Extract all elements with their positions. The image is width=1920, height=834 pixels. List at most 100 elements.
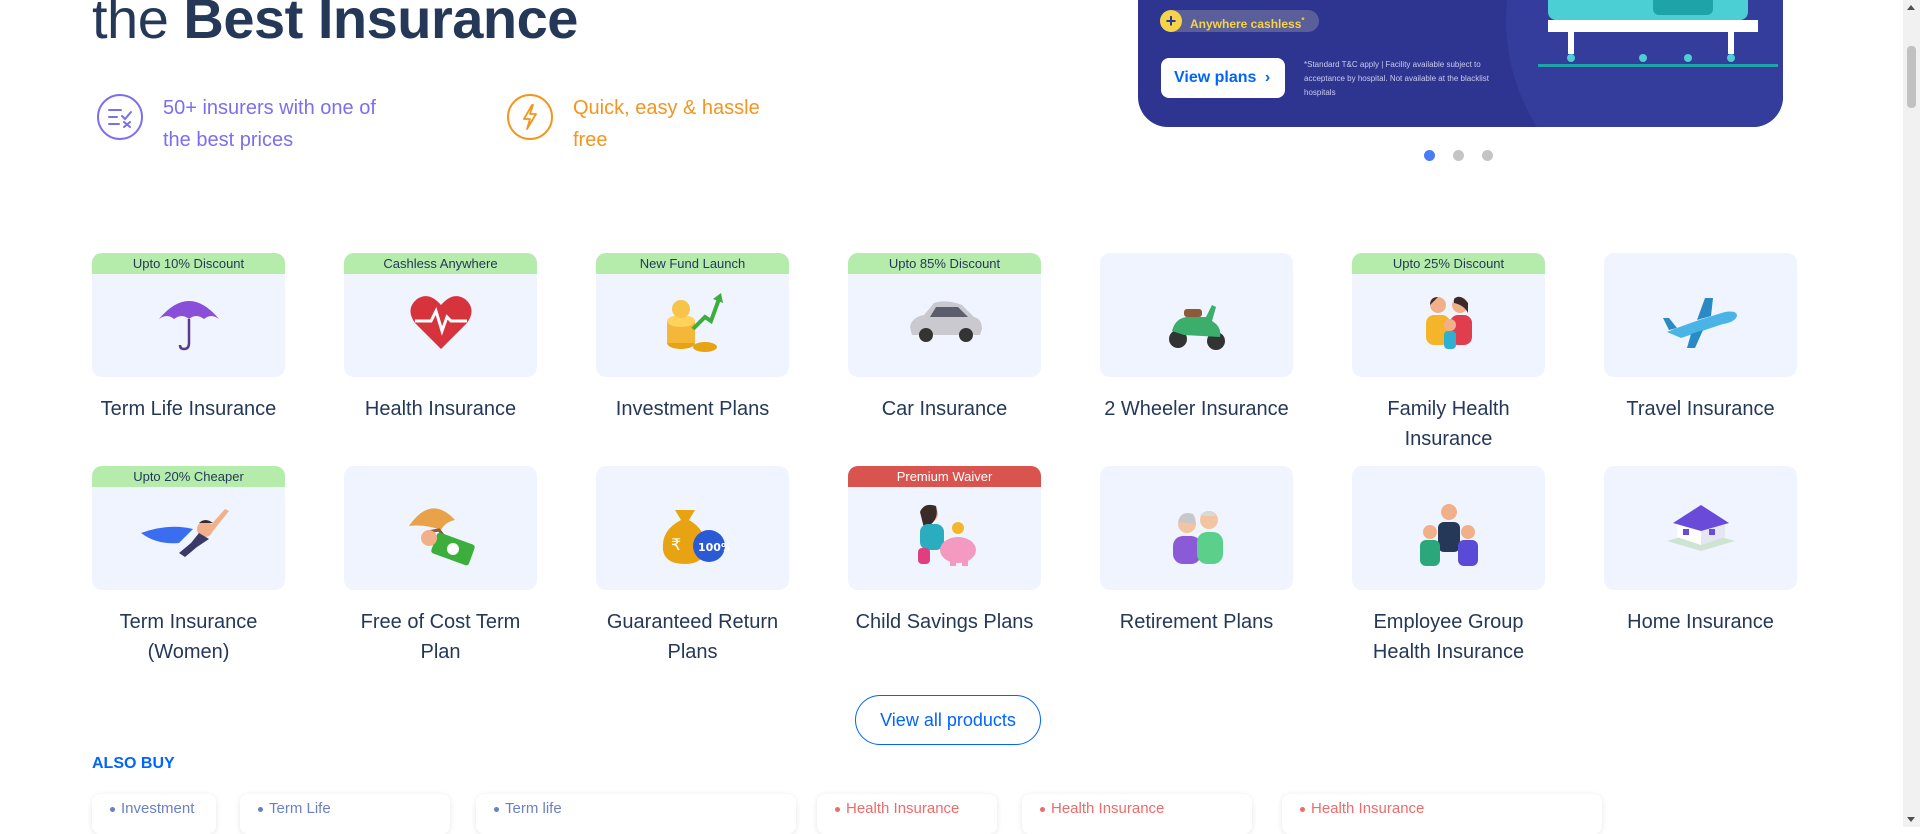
carousel-dots: [1424, 150, 1493, 161]
product-card[interactable]: New Fund Launch Investment Plans: [596, 253, 789, 444]
child-piggy-bank-icon: [910, 488, 980, 568]
carousel-dot-3[interactable]: [1482, 150, 1493, 161]
feature-insurers: 50+ insurers with one of the best prices: [97, 92, 383, 156]
view-plans-button[interactable]: View plans ›: [1161, 58, 1285, 98]
product-badge: Upto 25% Discount: [1352, 253, 1545, 274]
product-name: Guaranteed Return Plans: [606, 611, 779, 663]
hero-title-light: the: [92, 0, 184, 50]
product-card[interactable]: Cashless Anywhere Health Insurance: [344, 253, 537, 444]
svg-text:₹: ₹: [671, 535, 681, 554]
product-card-icon-box: [1100, 466, 1293, 590]
also-buy-heading: ALSO BUY: [92, 755, 175, 772]
bullet-icon: [494, 806, 499, 812]
view-plans-label: View plans: [1174, 69, 1257, 86]
banner-terms: *Standard T&C apply | Facility available…: [1304, 60, 1489, 97]
scroll-up-icon[interactable]: [1907, 5, 1915, 10]
product-card-icon-box: [1352, 466, 1545, 590]
product-card-icon-box: Upto 25% Discount: [1352, 253, 1545, 377]
product-card[interactable]: Upto 20% Cheaper Term Insurance (Women): [92, 466, 285, 663]
product-name: Health Insurance: [364, 398, 517, 420]
promo-banner[interactable]: + Anywhere cashless* View plans › *Stand…: [1138, 0, 1783, 127]
scroll-down-icon[interactable]: [1907, 817, 1915, 822]
plus-icon: +: [1160, 10, 1182, 32]
feature-insurers-text: 50+ insurers with one of the best prices: [163, 97, 376, 151]
bullet-icon: [258, 806, 263, 812]
chevron-right-icon: ›: [1264, 69, 1271, 86]
also-buy-chip-label: Investment: [121, 800, 195, 817]
product-name: Family Health Insurance: [1387, 398, 1510, 450]
product-card[interactable]: Employee Group Health Insurance: [1352, 466, 1545, 663]
family-icon: [1418, 277, 1480, 353]
product-grid: Upto 10% Discount Term Life Insurance Cash…: [92, 253, 1798, 663]
cashless-tag: + Anywhere cashless*: [1160, 10, 1319, 32]
product-card-icon-box: Upto 20% Cheaper: [92, 466, 285, 590]
money-bag-icon: ₹100%: [657, 488, 729, 568]
product-name: Home Insurance: [1627, 611, 1774, 633]
product-card[interactable]: Upto 10% Discount Term Life Insurance: [92, 253, 285, 444]
bullet-icon: [110, 806, 115, 812]
svg-text:100%: 100%: [698, 541, 729, 554]
product-card[interactable]: Upto 25% Discount Family Health Insurance: [1352, 253, 1545, 450]
product-card[interactable]: Retirement Plans: [1100, 466, 1293, 657]
lightning-icon: [507, 94, 553, 140]
coins-growth-icon: [663, 277, 723, 353]
scrollbar[interactable]: [1903, 0, 1920, 827]
car-icon: [906, 283, 984, 347]
product-card-icon-box: Cashless Anywhere: [344, 253, 537, 377]
carousel-dot-1[interactable]: [1424, 150, 1435, 161]
scrollbar-thumb[interactable]: [1907, 46, 1916, 108]
bullet-icon: [835, 806, 840, 812]
superwoman-icon: [139, 489, 239, 567]
product-name: 2 Wheeler Insurance: [1104, 398, 1289, 420]
product-name: Investment Plans: [615, 398, 770, 420]
also-buy-chip[interactable]: Health Insurance: [1282, 794, 1602, 834]
house-icon: [1665, 489, 1737, 567]
also-buy-chip-label: Term life: [505, 800, 562, 817]
umbrella-money-icon: [405, 486, 477, 570]
product-card-icon-box: New Fund Launch: [596, 253, 789, 377]
hero-title-bold: Best Insurance: [183, 0, 578, 50]
product-badge: Upto 85% Discount: [848, 253, 1041, 274]
feature-hassle-free-text: Quick, easy & hassle free: [573, 97, 760, 151]
product-name: Travel Insurance: [1626, 398, 1775, 420]
scooter-icon: [1164, 277, 1230, 353]
product-name: Retirement Plans: [1119, 611, 1274, 633]
product-card[interactable]: Upto 85% Discount Car Insurance: [848, 253, 1041, 444]
umbrella-icon: [154, 277, 224, 353]
also-buy-chip-label: Health Insurance: [846, 800, 960, 817]
product-card[interactable]: Home Insurance: [1604, 466, 1797, 657]
product-card[interactable]: Free of Cost Term Plan: [344, 466, 537, 663]
product-card[interactable]: Travel Insurance: [1604, 253, 1797, 444]
heart-pulse-icon: [409, 279, 473, 351]
product-card[interactable]: Premium Waiver Child Savings Plans: [848, 466, 1041, 657]
product-card[interactable]: 2 Wheeler Insurance: [1100, 253, 1293, 444]
view-all-products-button[interactable]: View all products: [855, 695, 1041, 745]
product-badge: New Fund Launch: [596, 253, 789, 274]
hospital-bed-illustration: [1538, 0, 1778, 67]
bullet-icon: [1300, 806, 1305, 812]
product-badge: Cashless Anywhere: [344, 253, 537, 274]
bullet-icon: [1040, 806, 1045, 812]
product-card-icon-box: [1604, 253, 1797, 377]
elderly-couple-icon: [1167, 490, 1227, 566]
also-buy-chip-label: Health Insurance: [1311, 800, 1425, 817]
also-buy-chip-label: Term Life: [269, 800, 331, 817]
also-buy-chip[interactable]: Term Life: [240, 794, 450, 834]
product-name: Car Insurance: [881, 398, 1008, 420]
also-buy-chip[interactable]: Health Insurance: [1022, 794, 1252, 834]
also-buy-chip[interactable]: Investment: [92, 794, 216, 834]
also-buy-chip[interactable]: Health Insurance: [817, 794, 997, 834]
checklist-icon: [97, 94, 143, 140]
product-card[interactable]: ₹100% Guaranteed Return Plans: [596, 466, 789, 663]
also-buy-chip[interactable]: Term life: [476, 794, 796, 834]
product-card-icon-box: Premium Waiver: [848, 466, 1041, 590]
product-name: Free of Cost Term Plan: [360, 611, 521, 663]
group-people-icon: [1416, 488, 1482, 568]
product-card-icon-box: Upto 10% Discount: [92, 253, 285, 377]
feature-hassle-free: Quick, easy & hassle free: [507, 92, 793, 156]
product-badge: Upto 20% Cheaper: [92, 466, 285, 487]
cashless-sup: *: [1301, 16, 1305, 25]
cashless-label: Anywhere cashless: [1190, 17, 1302, 31]
product-name: Term Insurance (Women): [119, 611, 258, 663]
carousel-dot-2[interactable]: [1453, 150, 1464, 161]
